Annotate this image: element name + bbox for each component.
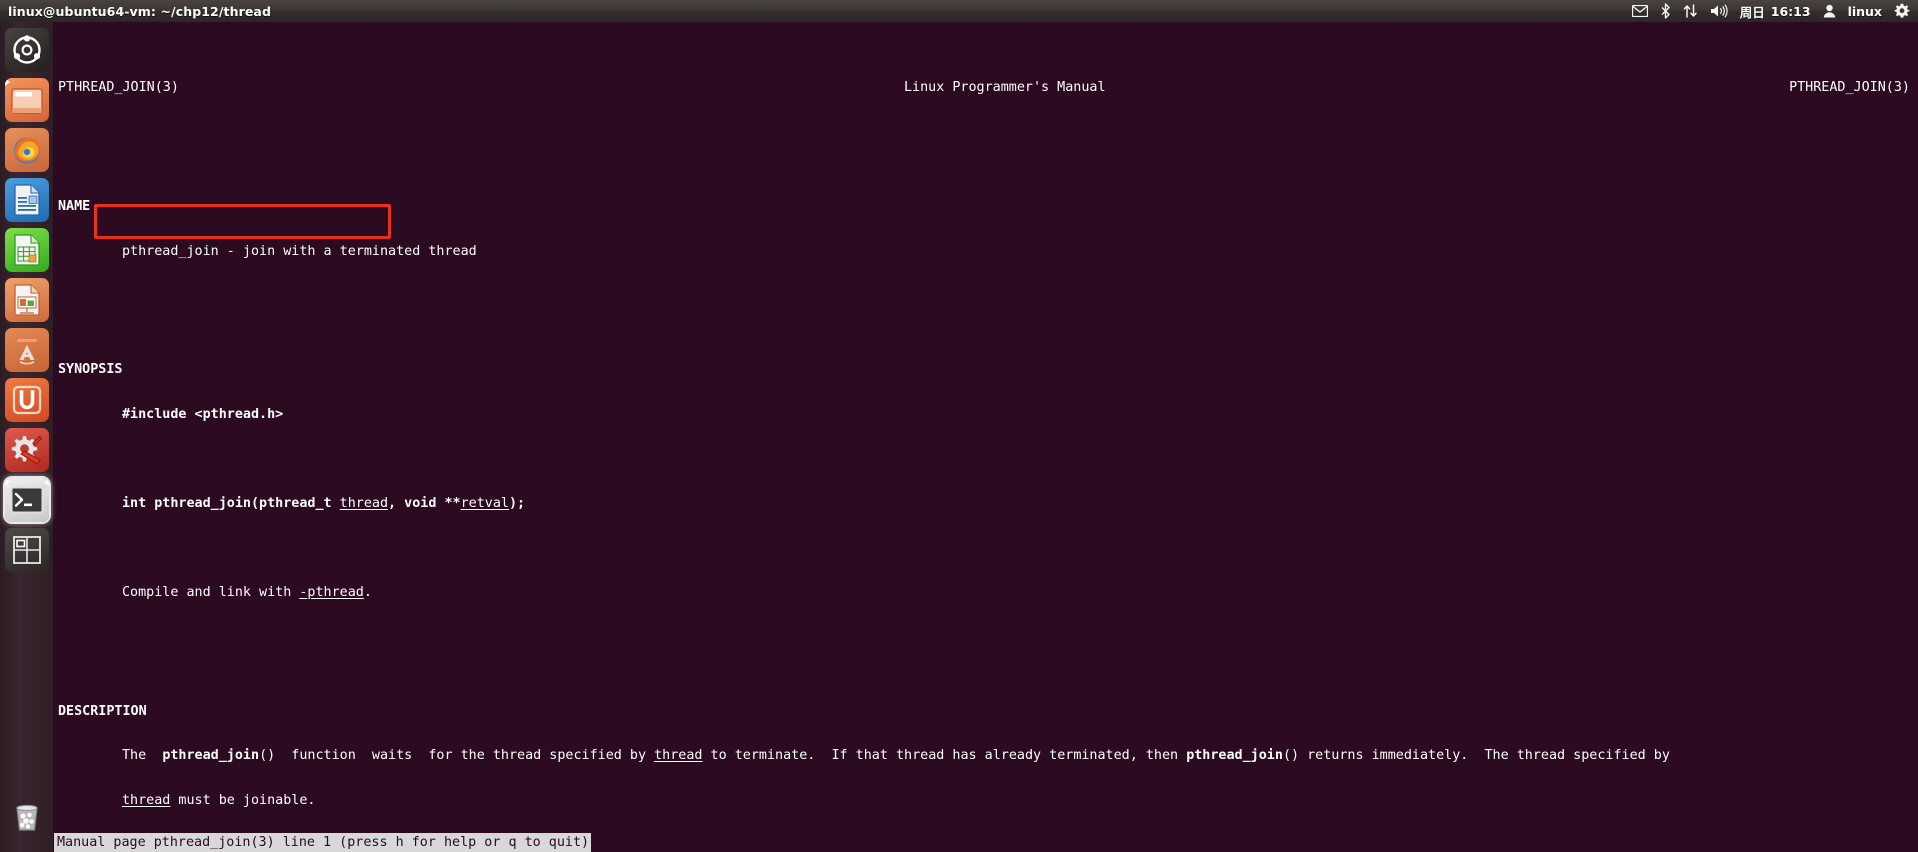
window-title: linux@ubuntu64-vm: ~/chp12/thread: [8, 3, 272, 19]
presentation-icon: [14, 284, 40, 316]
man-header-left: PTHREAD_JOIN(3): [58, 80, 179, 96]
proto-arg-thread: thread: [339, 496, 389, 511]
compile-note-flag: -pthread: [299, 585, 364, 601]
proto-arg-retval: retval: [460, 496, 509, 511]
launcher-item-amazon[interactable]: [5, 328, 49, 372]
launcher-item-libreoffice-writer[interactable]: [5, 178, 49, 222]
trash-bin-icon: [16, 804, 38, 831]
launcher-item-dash-home[interactable]: [5, 28, 49, 72]
session-user-name[interactable]: linux: [1848, 4, 1882, 19]
clock-day: 周日: [1739, 4, 1765, 20]
compile-note-text: Compile and link with: [122, 585, 300, 601]
envelope-icon[interactable]: [1631, 3, 1648, 19]
gear-icon[interactable]: [1894, 3, 1910, 19]
document-icon: [14, 184, 40, 216]
compile-note: Compile and link with -pthread.: [54, 585, 1918, 601]
desc-p1-line1: The pthread_join() function waits for th…: [54, 748, 1918, 764]
gear-wrench-icon: [11, 435, 43, 465]
launcher-item-libreoffice-impress[interactable]: [5, 278, 49, 322]
t: () function waits for the thread specifi…: [259, 748, 655, 764]
system-tray: 周日 16:13 linux: [1631, 2, 1918, 21]
bluetooth-icon[interactable]: [1660, 3, 1671, 19]
man-page-content: PTHREAD_JOIN(3) Linux Programmer's Manua…: [54, 22, 1918, 852]
desc-p1-line2: thread must be joinable.: [54, 792, 1918, 809]
launcher-running-pip: [5, 78, 10, 86]
firefox-icon: [14, 137, 41, 164]
launcher-running-pip: [5, 478, 10, 486]
launcher-item-libreoffice-calc[interactable]: [5, 228, 49, 272]
synopsis-prototype: int pthread_join(pthread_t thread, void …: [54, 496, 1918, 512]
unity-launcher: [0, 22, 54, 852]
terminal-window[interactable]: PTHREAD_JOIN(3) Linux Programmer's Manua…: [54, 22, 1918, 852]
launcher-focused-pip: [44, 478, 49, 486]
spreadsheet-icon: [14, 234, 40, 266]
amazon-a-icon: [17, 339, 37, 365]
clock-time: 16:13: [1770, 3, 1811, 19]
proto-part-3: **: [436, 496, 461, 511]
launcher-item-workspace-switcher[interactable]: [5, 528, 49, 572]
proto-part-2: ,: [388, 496, 405, 511]
launcher-item-firefox[interactable]: [5, 128, 49, 172]
section-body-name: pthread_join - join with a terminated th…: [122, 243, 477, 259]
arg-thread: thread: [122, 792, 171, 808]
launcher-item-terminal[interactable]: [5, 478, 49, 522]
proto-keyword-void: void: [404, 496, 437, 511]
proto-part-4: );: [508, 496, 526, 511]
user-icon[interactable]: [1823, 3, 1836, 19]
proto-part-1: int pthread_join(pthread_t: [122, 496, 340, 511]
ubuntu-logo-icon: [13, 35, 41, 64]
section-title-description: DESCRIPTION: [58, 703, 147, 719]
volume-icon[interactable]: [1710, 3, 1728, 19]
t: The: [122, 748, 163, 764]
man-header-center: Linux Programmer's Manual: [904, 80, 1106, 96]
launcher-item-system-settings[interactable]: [5, 428, 49, 472]
less-status-bar: Manual page pthread_join(3) line 1 (pres…: [54, 833, 592, 852]
section-title-name: NAME: [58, 199, 91, 215]
compile-note-period: .: [363, 585, 372, 601]
man-header-right: PTHREAD_JOIN(3): [1789, 80, 1910, 96]
launcher-item-files[interactable]: [5, 78, 49, 122]
t: must be joinable.: [170, 792, 316, 808]
t: to terminate. If that thread has already…: [702, 748, 1187, 764]
arg-thread: thread: [654, 748, 703, 764]
fn-pthread-join: pthread_join: [162, 748, 260, 764]
clock[interactable]: 周日 16:13: [1740, 2, 1811, 21]
section-title-synopsis: SYNOPSIS: [58, 362, 123, 378]
synopsis-include: #include <pthread.h>: [122, 406, 284, 422]
man-header: PTHREAD_JOIN(3) Linux Programmer's Manua…: [54, 81, 1918, 96]
terminal-prompt-icon: [10, 486, 44, 514]
launcher-item-trash[interactable]: [5, 794, 49, 838]
workspace-grid-icon: [13, 536, 41, 564]
top-panel: linux@ubuntu64-vm: ~/chp12/thread 周日 16:…: [0, 0, 1918, 22]
launcher-item-ubuntu-software[interactable]: [5, 378, 49, 422]
fn-pthread-join: pthread_join: [1186, 748, 1283, 764]
folder-icon: [11, 88, 43, 114]
network-updown-icon[interactable]: [1683, 3, 1698, 19]
t: () returns immediately. The thread speci…: [1282, 748, 1670, 764]
ubuntu-software-u-icon: [12, 385, 42, 415]
